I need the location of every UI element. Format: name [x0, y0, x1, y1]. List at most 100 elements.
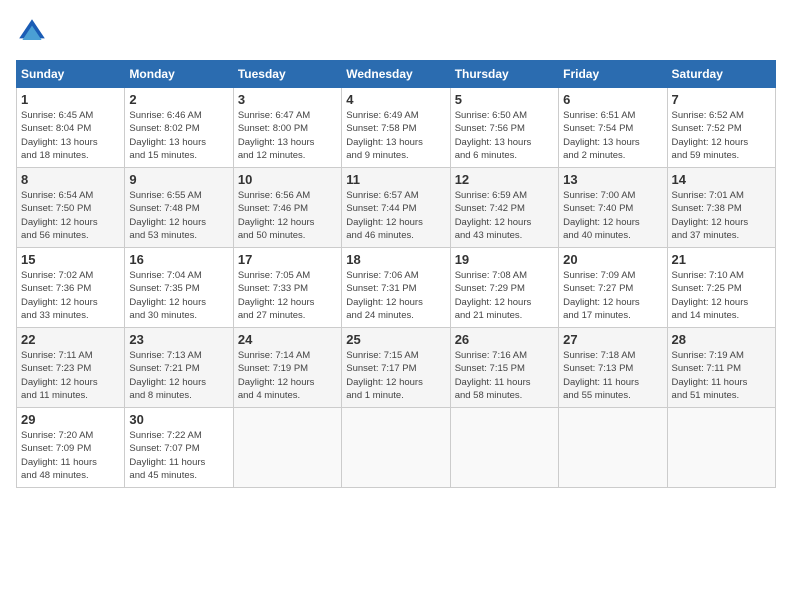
calendar-cell: 4 Sunrise: 6:49 AM Sunset: 7:58 PM Daylig… [342, 88, 450, 168]
day-info: Sunrise: 6:45 AM Sunset: 8:04 PM Dayligh… [21, 109, 120, 162]
day-info: Sunrise: 6:54 AM Sunset: 7:50 PM Dayligh… [21, 189, 120, 242]
day-number: 5 [455, 92, 554, 107]
calendar-week-3: 15Sunrise: 7:02 AM Sunset: 7:36 PM Dayli… [17, 248, 776, 328]
logo [16, 16, 52, 48]
calendar-cell [667, 408, 775, 488]
day-info: Sunrise: 7:01 AM Sunset: 7:38 PM Dayligh… [672, 189, 771, 242]
day-number: 18 [346, 252, 445, 267]
calendar-cell: 2 Sunrise: 6:46 AM Sunset: 8:02 PM Daylig… [125, 88, 233, 168]
page-header [16, 16, 776, 48]
calendar-week-2: 8 Sunrise: 6:54 AM Sunset: 7:50 PM Daylig… [17, 168, 776, 248]
calendar-cell: 18 Sunrise: 7:06 AM Sunset: 7:31 PM Dayli… [342, 248, 450, 328]
day-number: 30 [129, 412, 228, 427]
day-info: Sunrise: 7:15 AM Sunset: 7:17 PM Dayligh… [346, 349, 445, 402]
day-info: Sunrise: 7:14 AM Sunset: 7:19 PM Dayligh… [238, 349, 337, 402]
day-number: 24 [238, 332, 337, 347]
col-header-sunday: Sunday [17, 61, 125, 88]
calendar-cell: 13 Sunrise: 7:00 AM Sunset: 7:40 PM Dayli… [559, 168, 667, 248]
day-info: Sunrise: 7:13 AM Sunset: 7:21 PM Dayligh… [129, 349, 228, 402]
col-header-monday: Monday [125, 61, 233, 88]
day-info: Sunrise: 6:56 AM Sunset: 7:46 PM Dayligh… [238, 189, 337, 242]
day-info: Sunrise: 7:11 AM Sunset: 7:23 PM Dayligh… [21, 349, 120, 402]
calendar-cell [450, 408, 558, 488]
calendar-cell: 23 Sunrise: 7:13 AM Sunset: 7:21 PM Dayli… [125, 328, 233, 408]
col-header-friday: Friday [559, 61, 667, 88]
calendar-cell: 19 Sunrise: 7:08 AM Sunset: 7:29 PM Dayli… [450, 248, 558, 328]
calendar-cell: 24 Sunrise: 7:14 AM Sunset: 7:19 PM Dayli… [233, 328, 341, 408]
day-number: 6 [563, 92, 662, 107]
day-info: Sunrise: 7:19 AM Sunset: 7:11 PM Dayligh… [672, 349, 771, 402]
day-info: Sunrise: 6:50 AM Sunset: 7:56 PM Dayligh… [455, 109, 554, 162]
day-info: Sunrise: 6:52 AM Sunset: 7:52 PM Dayligh… [672, 109, 771, 162]
col-header-saturday: Saturday [667, 61, 775, 88]
calendar-week-5: 29 Sunrise: 7:20 AM Sunset: 7:09 PM Dayli… [17, 408, 776, 488]
calendar-cell: 14 Sunrise: 7:01 AM Sunset: 7:38 PM Dayli… [667, 168, 775, 248]
calendar-cell: 9 Sunrise: 6:55 AM Sunset: 7:48 PM Daylig… [125, 168, 233, 248]
day-info: Sunrise: 7:05 AM Sunset: 7:33 PM Dayligh… [238, 269, 337, 322]
calendar-cell: 12Sunrise: 6:59 AM Sunset: 7:42 PM Dayli… [450, 168, 558, 248]
day-info: Sunrise: 7:06 AM Sunset: 7:31 PM Dayligh… [346, 269, 445, 322]
col-header-tuesday: Tuesday [233, 61, 341, 88]
day-number: 27 [563, 332, 662, 347]
day-info: Sunrise: 6:57 AM Sunset: 7:44 PM Dayligh… [346, 189, 445, 242]
calendar-cell: 3 Sunrise: 6:47 AM Sunset: 8:00 PM Daylig… [233, 88, 341, 168]
day-number: 22 [21, 332, 120, 347]
calendar-cell: 29 Sunrise: 7:20 AM Sunset: 7:09 PM Dayli… [17, 408, 125, 488]
day-info: Sunrise: 7:08 AM Sunset: 7:29 PM Dayligh… [455, 269, 554, 322]
day-info: Sunrise: 7:22 AM Sunset: 7:07 PM Dayligh… [129, 429, 228, 482]
calendar-cell: 27Sunrise: 7:18 AM Sunset: 7:13 PM Dayli… [559, 328, 667, 408]
calendar-week-4: 22 Sunrise: 7:11 AM Sunset: 7:23 PM Dayli… [17, 328, 776, 408]
day-info: Sunrise: 7:00 AM Sunset: 7:40 PM Dayligh… [563, 189, 662, 242]
calendar-cell: 5 Sunrise: 6:50 AM Sunset: 7:56 PM Daylig… [450, 88, 558, 168]
calendar-table: SundayMondayTuesdayWednesdayThursdayFrid… [16, 60, 776, 488]
col-header-thursday: Thursday [450, 61, 558, 88]
calendar-cell: 26Sunrise: 7:16 AM Sunset: 7:15 PM Dayli… [450, 328, 558, 408]
calendar-cell: 21 Sunrise: 7:10 AM Sunset: 7:25 PM Dayli… [667, 248, 775, 328]
day-number: 16 [129, 252, 228, 267]
calendar-week-1: 1 Sunrise: 6:45 AM Sunset: 8:04 PM Daylig… [17, 88, 776, 168]
day-info: Sunrise: 6:55 AM Sunset: 7:48 PM Dayligh… [129, 189, 228, 242]
day-number: 2 [129, 92, 228, 107]
calendar-cell [342, 408, 450, 488]
calendar-header-row: SundayMondayTuesdayWednesdayThursdayFrid… [17, 61, 776, 88]
day-number: 3 [238, 92, 337, 107]
day-info: Sunrise: 6:49 AM Sunset: 7:58 PM Dayligh… [346, 109, 445, 162]
day-number: 17 [238, 252, 337, 267]
day-info: Sunrise: 6:46 AM Sunset: 8:02 PM Dayligh… [129, 109, 228, 162]
calendar-cell: 8 Sunrise: 6:54 AM Sunset: 7:50 PM Daylig… [17, 168, 125, 248]
calendar-cell: 7Sunrise: 6:52 AM Sunset: 7:52 PM Daylig… [667, 88, 775, 168]
day-number: 1 [21, 92, 120, 107]
day-info: Sunrise: 7:10 AM Sunset: 7:25 PM Dayligh… [672, 269, 771, 322]
day-number: 23 [129, 332, 228, 347]
day-info: Sunrise: 7:20 AM Sunset: 7:09 PM Dayligh… [21, 429, 120, 482]
day-number: 14 [672, 172, 771, 187]
calendar-cell: 22 Sunrise: 7:11 AM Sunset: 7:23 PM Dayli… [17, 328, 125, 408]
day-number: 4 [346, 92, 445, 107]
day-info: Sunrise: 7:09 AM Sunset: 7:27 PM Dayligh… [563, 269, 662, 322]
day-number: 8 [21, 172, 120, 187]
calendar-cell: 25 Sunrise: 7:15 AM Sunset: 7:17 PM Dayli… [342, 328, 450, 408]
day-number: 13 [563, 172, 662, 187]
calendar-cell: 28 Sunrise: 7:19 AM Sunset: 7:11 PM Dayli… [667, 328, 775, 408]
day-number: 12 [455, 172, 554, 187]
day-number: 29 [21, 412, 120, 427]
calendar-cell: 1 Sunrise: 6:45 AM Sunset: 8:04 PM Daylig… [17, 88, 125, 168]
calendar-cell: 30 Sunrise: 7:22 AM Sunset: 7:07 PM Dayli… [125, 408, 233, 488]
day-info: Sunrise: 7:16 AM Sunset: 7:15 PM Dayligh… [455, 349, 554, 402]
day-info: Sunrise: 6:47 AM Sunset: 8:00 PM Dayligh… [238, 109, 337, 162]
day-info: Sunrise: 6:51 AM Sunset: 7:54 PM Dayligh… [563, 109, 662, 162]
calendar-cell: 15Sunrise: 7:02 AM Sunset: 7:36 PM Dayli… [17, 248, 125, 328]
col-header-wednesday: Wednesday [342, 61, 450, 88]
day-number: 15 [21, 252, 120, 267]
day-info: Sunrise: 7:04 AM Sunset: 7:35 PM Dayligh… [129, 269, 228, 322]
day-number: 25 [346, 332, 445, 347]
day-number: 19 [455, 252, 554, 267]
calendar-cell: 6 Sunrise: 6:51 AM Sunset: 7:54 PM Daylig… [559, 88, 667, 168]
day-number: 9 [129, 172, 228, 187]
day-number: 21 [672, 252, 771, 267]
day-number: 28 [672, 332, 771, 347]
calendar-cell: 10Sunrise: 6:56 AM Sunset: 7:46 PM Dayli… [233, 168, 341, 248]
calendar-cell [559, 408, 667, 488]
calendar-cell: 17 Sunrise: 7:05 AM Sunset: 7:33 PM Dayli… [233, 248, 341, 328]
day-number: 20 [563, 252, 662, 267]
